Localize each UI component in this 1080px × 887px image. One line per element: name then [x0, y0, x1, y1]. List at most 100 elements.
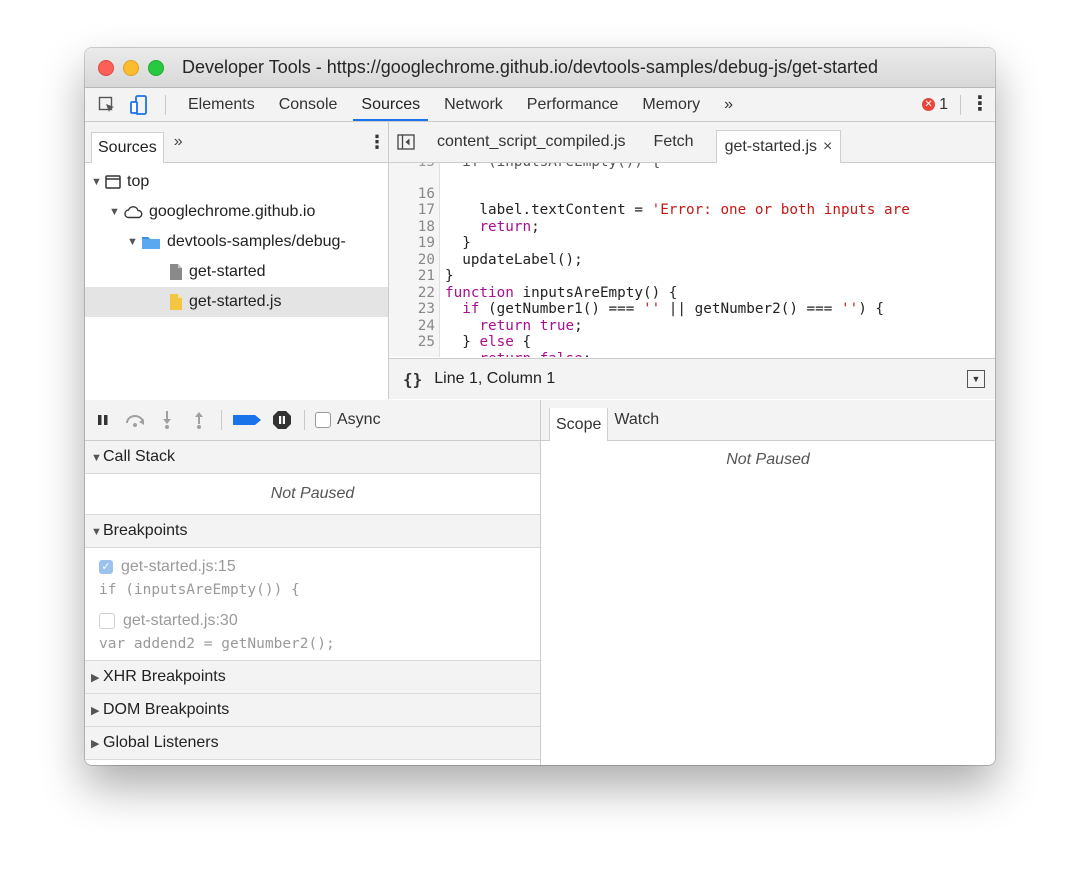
expand-triangle-icon[interactable]: ▼	[91, 176, 105, 188]
code-line: 21 function inputsAreEmpty() {	[417, 268, 678, 301]
code-text: return true;	[479, 317, 583, 334]
device-toolbar-icon[interactable]	[123, 88, 155, 121]
tab-sources[interactable]: Sources	[349, 88, 432, 121]
deactivate-breakpoints-icon[interactable]	[228, 400, 266, 440]
folder-icon	[141, 234, 161, 250]
code-text: label.textContent = 'Error: one or both …	[445, 202, 910, 218]
async-label: Async	[337, 411, 381, 428]
tree-node-file[interactable]: get-started	[85, 257, 388, 287]
editor-status-bar: {} Line 1, Column 1 ▼	[389, 358, 995, 399]
main-toolbar: Elements Console Sources Network Perform…	[85, 88, 995, 122]
expand-triangle-icon: ▶	[91, 672, 100, 684]
global-listeners-header[interactable]: ▶ Global Listeners	[85, 727, 540, 760]
breakpoint-code: var addend2 = getNumber2();	[99, 636, 335, 652]
code-line: 25 return false;	[389, 318, 592, 357]
breakpoints-header[interactable]: ▼Breakpoints	[85, 515, 540, 548]
minimize-window-button[interactable]	[123, 59, 139, 76]
customize-menu-icon[interactable]: ⋮	[965, 88, 995, 121]
cursor-position: Line 1, Column 1	[434, 370, 556, 387]
editor-tab-get-started-js[interactable]: get-started.js ×	[715, 129, 842, 163]
inspect-element-icon[interactable]	[91, 88, 123, 121]
code-editor[interactable]: 15 if (inputsAreEmpty()) { 16 label.text…	[389, 163, 995, 357]
expand-triangle-icon[interactable]: ▼	[127, 236, 141, 248]
call-stack-message: Not Paused	[85, 474, 540, 515]
toolbar-divider	[221, 410, 222, 430]
tree-node-folder[interactable]: ▼ devtools-samples/debug-	[85, 227, 388, 257]
breakpoint-code: if (inputsAreEmpty()) {	[99, 582, 300, 598]
tree-node-domain[interactable]: ▼ googlechrome.github.io	[85, 197, 388, 227]
code-text: if (getNumber1() === '' || getNumber2() …	[462, 301, 885, 317]
tree-label: googlechrome.github.io	[149, 203, 316, 220]
zoom-window-button[interactable]	[148, 59, 164, 76]
toolbar-divider	[165, 94, 166, 115]
call-stack-header[interactable]: ▼Call Stack	[85, 441, 540, 474]
window-title: Developer Tools - https://googlechrome.g…	[182, 57, 879, 77]
breakpoint-item[interactable]: get-started.js:30 var addend2 = getNumbe…	[85, 604, 540, 661]
code-text: } else {	[445, 334, 532, 350]
navigator-pane: Sources » ⋮ ▼ top ▼ googlechrome.github.…	[85, 122, 389, 399]
code-line: 17 return;	[417, 202, 540, 235]
editor-tab-content-script[interactable]: content_script_compiled.js	[423, 122, 640, 162]
dom-breakpoints-header[interactable]: ▶ DOM Breakpoints	[85, 694, 540, 727]
window-controls	[98, 59, 164, 76]
step-over-icon[interactable]	[119, 400, 151, 440]
frame-icon	[105, 175, 121, 189]
step-into-icon[interactable]	[151, 400, 183, 440]
toggle-navigator-icon[interactable]	[389, 134, 423, 150]
async-checkbox[interactable]	[315, 412, 331, 428]
collapse-triangle-icon: ▼	[91, 452, 102, 464]
pause-on-exceptions-icon[interactable]	[266, 400, 298, 440]
code-line: 22 if (getNumber1() === '' || getNumber2…	[417, 284, 885, 318]
editor-tab-fetch[interactable]: Fetch	[640, 122, 708, 162]
tree-label: get-started	[189, 263, 266, 280]
tab-navigator-sources[interactable]: Sources	[91, 131, 164, 163]
tab-elements[interactable]: Elements	[176, 88, 267, 121]
tree-label: top	[127, 173, 150, 190]
step-out-icon[interactable]	[183, 400, 215, 440]
breakpoint-location: get-started.js:15	[121, 558, 236, 575]
breakpoint-item[interactable]: ✓ get-started.js:15 if (inputsAreEmpty()…	[85, 548, 540, 604]
pause-resume-icon[interactable]	[87, 400, 119, 440]
scope-message: Not Paused	[726, 451, 810, 468]
code-line: 20 }	[417, 251, 454, 285]
file-icon	[169, 263, 183, 281]
coverage-toggle-icon[interactable]: ▼	[967, 370, 985, 388]
pretty-print-button[interactable]: {}	[403, 370, 422, 389]
tab-memory[interactable]: Memory	[630, 88, 712, 121]
close-window-button[interactable]	[98, 59, 114, 76]
tab-console[interactable]: Console	[267, 88, 350, 121]
toolbar-divider-right	[960, 94, 961, 115]
scope-watch-tabs: Scope Watch	[541, 400, 995, 441]
code-line: 18 }	[417, 218, 471, 252]
collapse-triangle-icon: ▼	[91, 526, 102, 538]
code-text: updateLabel();	[445, 251, 583, 268]
toolbar-divider	[304, 410, 305, 430]
navigator-more-tabs-button[interactable]: »	[174, 133, 183, 151]
expand-triangle-icon[interactable]: ▼	[109, 206, 123, 218]
js-file-icon	[169, 293, 183, 311]
more-tabs-button[interactable]: »	[712, 88, 745, 121]
debugger-sidebar: Async ▼Call Stack Not Paused ▼Breakpoint…	[85, 400, 541, 765]
code-text: function inputsAreEmpty() {	[445, 284, 678, 301]
tab-network[interactable]: Network	[432, 88, 515, 121]
debugger-toolbar: Async	[85, 400, 540, 441]
navigator-menu-icon[interactable]: ⋮	[366, 132, 388, 153]
code-line: 16 label.textContent = 'Error: one or bo…	[417, 185, 910, 219]
editor-tab-label: get-started.js	[724, 137, 818, 155]
async-toggle[interactable]: Async	[315, 411, 381, 429]
breakpoint-checkbox-checked[interactable]: ✓	[99, 560, 113, 574]
breakpoint-checkbox-unchecked[interactable]	[99, 613, 115, 629]
title-bar: Developer Tools - https://googlechrome.g…	[85, 48, 995, 88]
tree-node-top[interactable]: ▼ top	[85, 167, 388, 197]
code-line: 19 updateLabel();	[417, 235, 583, 268]
tab-performance[interactable]: Performance	[515, 88, 631, 121]
tab-watch[interactable]: Watch	[608, 400, 665, 440]
close-tab-icon[interactable]: ×	[823, 138, 832, 155]
error-counter[interactable]: ✕ 1	[922, 96, 948, 114]
tab-scope[interactable]: Scope	[549, 407, 609, 441]
devtools-window: Developer Tools - https://googlechrome.g…	[85, 48, 995, 765]
error-icon: ✕	[922, 98, 936, 111]
xhr-breakpoints-header[interactable]: ▶ XHR Breakpoints	[85, 661, 540, 694]
code-text: return false;	[445, 351, 591, 358]
tree-node-js-file[interactable]: get-started.js	[85, 287, 388, 317]
